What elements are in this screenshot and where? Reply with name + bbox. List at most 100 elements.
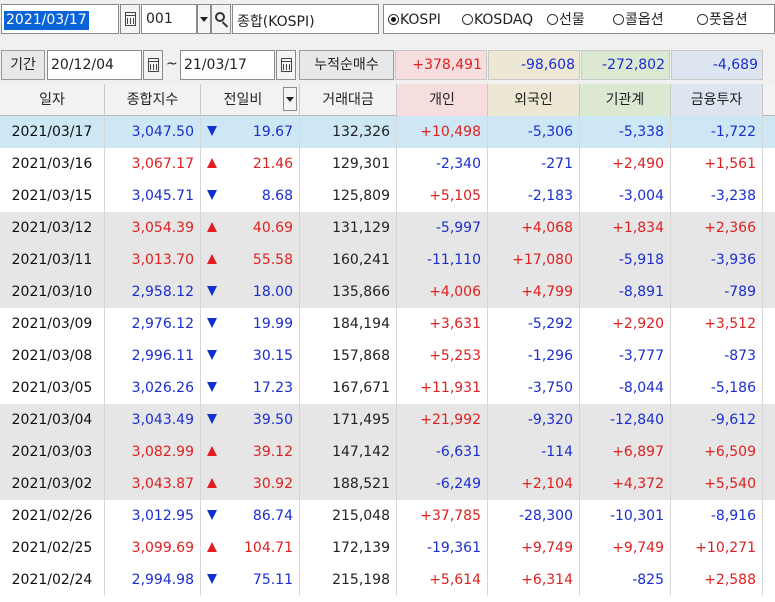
cell-change-text: 21.46 [252, 156, 293, 172]
cell-institution: -5,918 [580, 244, 671, 276]
cell-composite-index: 2,994.98 [105, 564, 201, 596]
table-row[interactable]: 2021/03/09 2,976.12 19.99 184,194 +3,631 -5,2… [0, 308, 775, 340]
cell-financial-investment: -789 [671, 276, 763, 308]
down-triangle-icon [207, 382, 217, 392]
radio-futures[interactable]: 선물 [547, 11, 585, 29]
cell-foreign-text: +9,749 [521, 540, 573, 556]
radio-put-option[interactable]: 풋옵션 [697, 11, 748, 29]
cell-composite-index: 3,054.39 [105, 212, 201, 244]
cell-individual-text: +5,105 [429, 188, 481, 204]
end-calendar-button[interactable] [276, 50, 296, 80]
table-row[interactable]: 2021/03/10 2,958.12 18.00 135,866 +4,006 +4,7… [0, 276, 775, 308]
cell-composite-index-text: 3,054.39 [131, 220, 194, 236]
cell-composite-index-text: 3,045.71 [131, 188, 194, 204]
cell-financial-investment: +10,271 [671, 532, 763, 564]
calendar-icon [125, 12, 136, 26]
code-dropdown-button[interactable] [197, 4, 211, 34]
header-spacer [763, 84, 775, 116]
header-composite-index[interactable]: 종합지수 [105, 84, 201, 116]
cell-trading-value: 160,241 [300, 244, 397, 276]
cell-date-text: 2021/02/26 [11, 508, 93, 524]
calendar-button[interactable] [120, 4, 140, 34]
table-row[interactable]: 2021/03/05 3,026.26 17.23 167,671 +11,931 -3,… [0, 372, 775, 404]
cell-financial-investment: -3,238 [671, 180, 763, 212]
radio-kosdaq[interactable]: KOSDAQ [462, 11, 533, 29]
header-financial-investment[interactable]: 금융투자 [671, 84, 763, 116]
cell-institution: -5,338 [580, 116, 671, 148]
start-date-input[interactable]: 20/12/04 [47, 50, 142, 80]
cell-composite-index: 2,958.12 [105, 276, 201, 308]
start-calendar-button[interactable] [143, 50, 163, 80]
header-date[interactable]: 일자 [0, 84, 105, 116]
cell-date: 2021/03/10 [0, 276, 105, 308]
cell-foreign: -5,292 [488, 308, 580, 340]
down-triangle-icon [207, 574, 217, 584]
change-sort-button[interactable] [283, 87, 297, 111]
table-row[interactable]: 2021/03/11 3,013.70 55.58 160,241 -11,110 +17… [0, 244, 775, 276]
cell-date-text: 2021/03/03 [11, 444, 93, 460]
cell-institution-text: -5,338 [618, 124, 664, 140]
search-button[interactable] [211, 4, 231, 34]
table-row[interactable]: 2021/03/12 3,054.39 40.69 131,129 -5,997 +4,0… [0, 212, 775, 244]
radio-kospi[interactable]: KOSPI [388, 11, 441, 29]
table-row[interactable]: 2021/03/03 3,082.99 39.12 147,142 -6,631 -114… [0, 436, 775, 468]
cell-individual-text: -11,110 [426, 252, 481, 268]
top-toolbar: 2021/03/17 001 종합(KOSPI) KOSPI KOSDAQ 선물… [0, 0, 775, 40]
up-triangle-icon [207, 158, 217, 168]
table-row[interactable]: 2021/02/25 3,099.69 104.71 172,139 -19,361 +9… [0, 532, 775, 564]
radio-label: 선물 [559, 12, 585, 28]
cell-composite-index-text: 3,047.50 [131, 124, 194, 140]
cell-individual: +37,785 [397, 500, 488, 532]
cell-individual-text: +10,498 [420, 124, 481, 140]
row-spacer [763, 276, 775, 308]
cell-institution-text: -5,918 [618, 252, 664, 268]
cell-change-text: 18.00 [252, 284, 293, 300]
table-row[interactable]: 2021/02/26 3,012.95 86.74 215,048 +37,785 -28… [0, 500, 775, 532]
end-date-text: 21/03/17 [184, 57, 247, 73]
table-row[interactable]: 2021/03/02 3,043.87 30.92 188,521 -6,249 +2,1… [0, 468, 775, 500]
cell-composite-index-text: 2,976.12 [131, 316, 194, 332]
cell-financial-investment: -3,936 [671, 244, 763, 276]
cell-individual-text: -6,249 [435, 476, 481, 492]
cell-trading-value-text: 184,194 [332, 316, 390, 332]
table-row[interactable]: 2021/03/17 3,047.50 19.67 132,326 +10,498 -5,… [0, 116, 775, 148]
cell-change: 39.12 [201, 436, 300, 468]
cell-individual-text: -5,997 [435, 220, 481, 236]
row-spacer [763, 244, 775, 276]
cell-institution-text: +1,834 [612, 220, 664, 236]
table-row[interactable]: 2021/03/08 2,996.11 30.15 157,868 +5,253 -1,2… [0, 340, 775, 372]
cell-financial-investment-text: -1,722 [710, 124, 756, 140]
cell-date: 2021/02/26 [0, 500, 105, 532]
cell-change: 104.71 [201, 532, 300, 564]
cell-foreign-text: +2,104 [521, 476, 573, 492]
header-individual[interactable]: 개인 [397, 84, 488, 116]
cell-trading-value-text: 135,866 [332, 284, 390, 300]
table-row[interactable]: 2021/03/16 3,067.17 21.46 129,301 -2,340 -271… [0, 148, 775, 180]
table-row[interactable]: 2021/03/04 3,043.49 39.50 171,495 +21,992 -9,… [0, 404, 775, 436]
cell-change-text: 104.71 [244, 540, 293, 556]
radio-call-option[interactable]: 콜옵션 [613, 11, 664, 29]
row-spacer [763, 180, 775, 212]
cell-foreign-text: -114 [541, 444, 573, 460]
code-input[interactable]: 001 [141, 4, 197, 34]
date-input[interactable]: 2021/03/17 [1, 4, 119, 34]
cell-change-text: 75.11 [252, 572, 293, 588]
cell-individual-text: +5,614 [429, 572, 481, 588]
header-trading-value[interactable]: 거래대금 [300, 84, 397, 116]
cell-foreign: -271 [488, 148, 580, 180]
table-row[interactable]: 2021/03/15 3,045.71 8.68 125,809 +5,105 -2,18… [0, 180, 775, 212]
cell-composite-index: 3,047.50 [105, 116, 201, 148]
table-row[interactable]: 2021/02/24 2,994.98 75.11 215,198 +5,614 +6,3… [0, 564, 775, 596]
cell-individual-text: -2,340 [435, 156, 481, 172]
cell-financial-investment: +5,540 [671, 468, 763, 500]
cell-date-text: 2021/03/11 [11, 252, 93, 268]
header-foreign[interactable]: 외국인 [488, 84, 580, 116]
search-icon [215, 12, 225, 22]
cell-date-text: 2021/03/05 [11, 380, 93, 396]
cell-trading-value: 172,139 [300, 532, 397, 564]
cell-date: 2021/03/15 [0, 180, 105, 212]
cell-foreign-text: +4,799 [521, 284, 573, 300]
header-institution[interactable]: 기관계 [580, 84, 671, 116]
end-date-input[interactable]: 21/03/17 [180, 50, 275, 80]
cell-date-text: 2021/03/09 [11, 316, 93, 332]
